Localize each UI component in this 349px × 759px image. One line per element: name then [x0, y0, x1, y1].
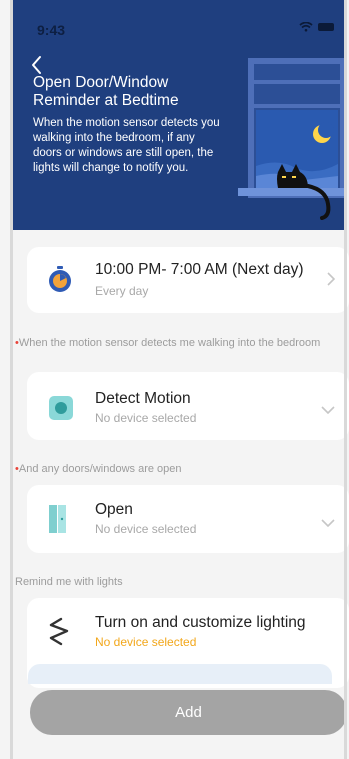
wifi-icon	[299, 22, 313, 32]
open-section-label: •And any doors/windows are open	[15, 463, 182, 475]
chevron-down-icon	[321, 514, 335, 528]
door-sensor-icon	[47, 503, 71, 540]
schedule-card[interactable]: 10:00 PM- 7:00 AM (Next day) Every day	[27, 247, 349, 313]
page-description: When the motion sensor detects you walki…	[33, 117, 220, 174]
hero-header: 9:43 Open Door/Window Reminder at Bedtim…	[13, 0, 346, 230]
chevron-right-icon	[327, 272, 336, 286]
status-icons	[299, 22, 334, 32]
motion-sensor-icon	[47, 394, 75, 427]
motion-device: No device selected	[95, 411, 197, 425]
status-time: 9:43	[37, 22, 66, 38]
door-window-card[interactable]: Open No device selected	[27, 485, 349, 553]
schedule-repeat: Every day	[95, 284, 149, 298]
add-button[interactable]: Add	[30, 690, 347, 735]
timer-icon	[47, 266, 73, 299]
battery-icon	[318, 23, 334, 31]
page-title: Open Door/Window Reminder at Bedtime	[33, 74, 179, 109]
open-device: No device selected	[95, 522, 197, 536]
back-chevron-icon[interactable]	[29, 54, 43, 76]
motion-section-label: •When the motion sensor detects me walki…	[15, 337, 321, 349]
lighting-action-icon	[47, 616, 71, 651]
window-cat-illustration	[238, 48, 346, 230]
device-picker-preview	[28, 664, 332, 684]
lights-title: Turn on and customize lighting	[95, 614, 306, 631]
lights-section-label: Remind me with lights	[15, 576, 123, 588]
schedule-time-range: 10:00 PM- 7:00 AM (Next day)	[95, 261, 304, 278]
app-frame: 9:43 Open Door/Window Reminder at Bedtim…	[0, 0, 349, 759]
chevron-down-icon	[321, 401, 335, 415]
motion-title: Detect Motion	[95, 390, 191, 407]
motion-sensor-card[interactable]: Detect Motion No device selected	[27, 372, 349, 440]
open-title: Open	[95, 501, 133, 518]
lights-device: No device selected	[95, 635, 197, 649]
